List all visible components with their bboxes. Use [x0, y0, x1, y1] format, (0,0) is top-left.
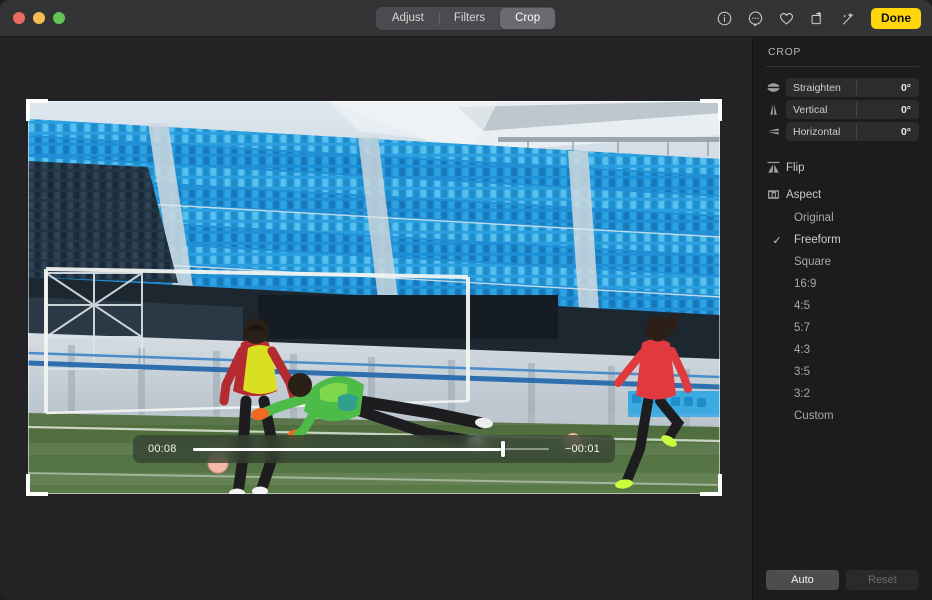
horizontal-value: 0°: [857, 126, 919, 138]
aspect-icon: [766, 187, 781, 202]
aspect-option-label: 4:5: [794, 300, 810, 312]
aspect-option-label: 3:5: [794, 366, 810, 378]
comment-icon[interactable]: [747, 10, 764, 27]
window-controls: [13, 12, 65, 24]
close-button[interactable]: [13, 12, 25, 24]
vertical-slider[interactable]: Vertical 0°: [786, 100, 919, 119]
aspect-option-5-7[interactable]: 5:7: [766, 317, 919, 339]
aspect-option-label: 5:7: [794, 322, 810, 334]
vertical-row[interactable]: Vertical 0°: [766, 100, 919, 119]
horizontal-slider[interactable]: Horizontal 0°: [786, 122, 919, 141]
crop-handle-bottom-right[interactable]: [718, 474, 722, 496]
crop-inspector-panel: CROP Straighten 0°: [752, 37, 932, 600]
aspect-option-label: 16:9: [794, 278, 816, 290]
minimize-button[interactable]: [33, 12, 45, 24]
aspect-option-original[interactable]: Original: [766, 207, 919, 229]
panel-divider: [766, 66, 919, 67]
aspect-option-label: Custom: [794, 410, 834, 422]
rotate-icon[interactable]: [809, 10, 826, 27]
remaining-time: −00:01: [565, 443, 600, 455]
edit-mode-tabs: Adjust Filters Crop: [376, 7, 556, 30]
straighten-icon: [766, 80, 781, 95]
straighten-label: Straighten: [786, 82, 856, 94]
done-button[interactable]: Done: [871, 8, 921, 29]
crop-frame[interactable]: 00:08 −00:01: [28, 101, 720, 494]
info-icon[interactable]: [716, 10, 733, 27]
flip-row[interactable]: Flip: [766, 156, 919, 179]
straighten-slider[interactable]: Straighten 0°: [786, 78, 919, 97]
favorite-heart-icon[interactable]: [778, 10, 795, 27]
scrubber-track[interactable]: [193, 442, 549, 456]
title-bar: Adjust Filters Crop: [0, 0, 932, 37]
crop-handle-top-left[interactable]: [26, 99, 30, 121]
scrubber-progress: [193, 448, 503, 451]
horizontal-perspective-icon: [766, 124, 781, 139]
vertical-perspective-icon: [766, 102, 781, 117]
aspect-label: Aspect: [786, 189, 821, 201]
aspect-option-custom[interactable]: Custom: [766, 405, 919, 427]
aspect-option-label: Freeform: [794, 234, 841, 246]
tab-crop[interactable]: Crop: [500, 8, 555, 29]
video-scrubber[interactable]: 00:08 −00:01: [133, 435, 615, 463]
crop-handle-bottom-left[interactable]: [26, 474, 30, 496]
auto-enhance-icon[interactable]: [840, 10, 857, 27]
aspect-option-16-9[interactable]: 16:9: [766, 273, 919, 295]
vertical-value: 0°: [857, 104, 919, 116]
editor-canvas: 00:08 −00:01: [0, 37, 752, 600]
aspect-check: ✓: [769, 234, 785, 247]
aspect-option-label: Original: [794, 212, 834, 224]
flip-icon: [766, 160, 781, 175]
tab-filters[interactable]: Filters: [439, 8, 500, 29]
aspect-option-label: Square: [794, 256, 831, 268]
elapsed-time: 00:08: [148, 443, 177, 455]
aspect-option-label: 4:3: [794, 344, 810, 356]
horizontal-row[interactable]: Horizontal 0°: [766, 122, 919, 141]
photos-editor-window: Adjust Filters Crop: [0, 0, 932, 600]
aspect-option-4-5[interactable]: 4:5: [766, 295, 919, 317]
crop-handle-top-right[interactable]: [718, 99, 722, 121]
aspect-option-freeform[interactable]: ✓ Freeform: [766, 229, 919, 251]
panel-footer-buttons: Auto Reset: [766, 570, 919, 590]
horizontal-label: Horizontal: [786, 126, 856, 138]
aspect-options-list: Original ✓ Freeform Square 16:9 4:5 5:7: [766, 207, 919, 427]
aspect-row[interactable]: Aspect: [766, 183, 919, 206]
tab-adjust[interactable]: Adjust: [377, 8, 439, 29]
panel-title: CROP: [766, 46, 919, 58]
straighten-value: 0°: [857, 82, 919, 94]
reset-button[interactable]: Reset: [846, 570, 919, 590]
aspect-option-3-2[interactable]: 3:2: [766, 383, 919, 405]
aspect-option-4-3[interactable]: 4:3: [766, 339, 919, 361]
zoom-button[interactable]: [53, 12, 65, 24]
flip-label: Flip: [786, 162, 805, 174]
aspect-option-square[interactable]: Square: [766, 251, 919, 273]
scrubber-playhead[interactable]: [501, 441, 505, 457]
toolbar-actions: Done: [716, 0, 921, 37]
aspect-option-label: 3:2: [794, 388, 810, 400]
auto-button[interactable]: Auto: [766, 570, 839, 590]
aspect-option-3-5[interactable]: 3:5: [766, 361, 919, 383]
straighten-row[interactable]: Straighten 0°: [766, 78, 919, 97]
vertical-label: Vertical: [786, 104, 856, 116]
